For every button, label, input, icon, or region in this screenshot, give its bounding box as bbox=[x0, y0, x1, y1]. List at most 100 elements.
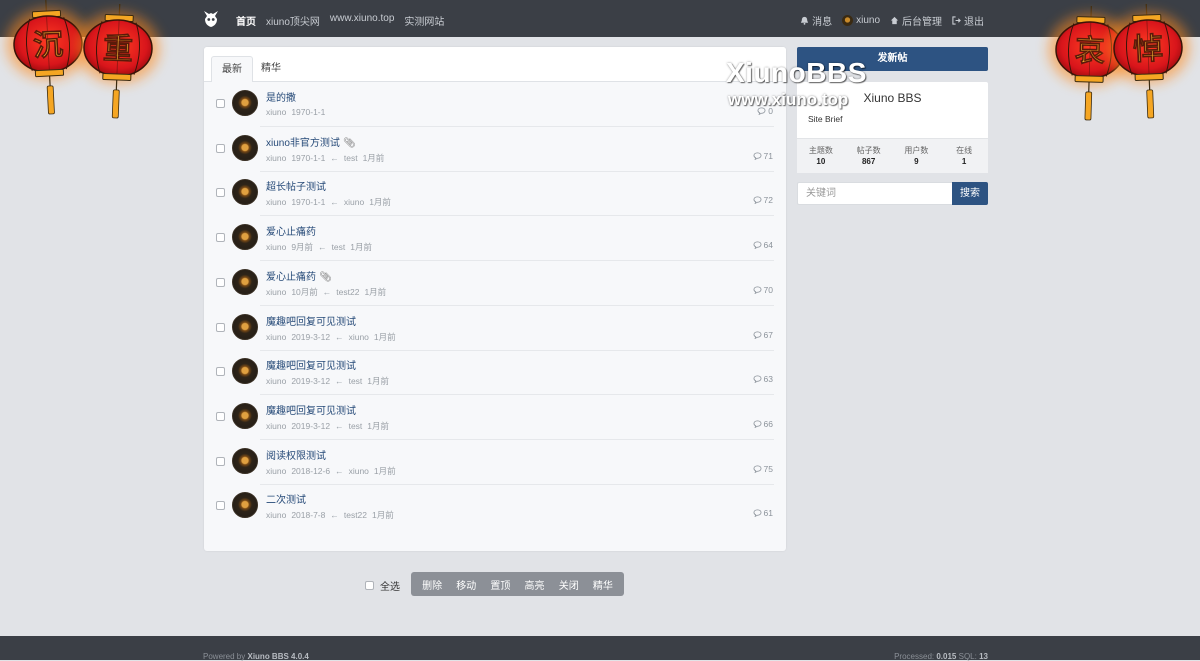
reply-arrow-icon: ← bbox=[330, 197, 339, 207]
thread-last-user[interactable]: test bbox=[349, 421, 363, 431]
thread-title[interactable]: 爱心止痛药 bbox=[266, 272, 316, 283]
thread-title-wrap[interactable]: 爱心止痛药 bbox=[266, 223, 316, 238]
thread-row[interactable]: 魔趣吧回复可见测试xiuno2019-3-12←test1月前66 bbox=[204, 396, 786, 440]
site-logo-icon[interactable] bbox=[203, 10, 219, 28]
thread-title-wrap[interactable]: 爱心止痛药📎︎ bbox=[266, 268, 332, 283]
reply-count-value: 67 bbox=[764, 330, 773, 340]
author-avatar[interactable] bbox=[232, 448, 258, 474]
pin-button[interactable]: 置顶 bbox=[490, 577, 510, 592]
author-avatar[interactable] bbox=[232, 135, 258, 161]
thread-last-time: 1月前 bbox=[374, 466, 396, 476]
thread-last-user[interactable]: test bbox=[332, 242, 346, 252]
thread-checkbox[interactable] bbox=[216, 144, 225, 153]
author-avatar[interactable] bbox=[232, 269, 258, 295]
feature-button[interactable]: 精华 bbox=[593, 577, 613, 592]
thread-last-user[interactable]: xiuno bbox=[349, 466, 369, 476]
thread-title[interactable]: 超长帖子测试 bbox=[266, 182, 326, 193]
thread-checkbox[interactable] bbox=[216, 188, 225, 197]
thread-row[interactable]: 二次测试xiuno2018-7-8←test221月前61 bbox=[204, 485, 786, 529]
search-button[interactable]: 搜索 bbox=[952, 182, 988, 205]
thread-title-wrap[interactable]: xiuno非官方测试📎︎ bbox=[266, 134, 356, 149]
thread-row[interactable]: 魔趣吧回复可见测试xiuno2019-3-12←test1月前63 bbox=[204, 351, 786, 395]
select-all-checkbox[interactable] bbox=[365, 581, 374, 590]
thread-author[interactable]: xiuno bbox=[266, 242, 286, 252]
thread-author[interactable]: xiuno bbox=[266, 466, 286, 476]
thread-last-user[interactable]: test22 bbox=[336, 287, 359, 297]
thread-checkbox[interactable] bbox=[216, 278, 225, 287]
thread-date: 1970-1-1 bbox=[291, 197, 325, 207]
search-input[interactable] bbox=[797, 182, 952, 205]
thread-title-wrap[interactable]: 魔趣吧回复可见测试 bbox=[266, 357, 356, 372]
reply-count-value: 63 bbox=[764, 374, 773, 384]
thread-author[interactable]: xiuno bbox=[266, 197, 286, 207]
thread-title[interactable]: 魔趣吧回复可见测试 bbox=[266, 406, 356, 417]
author-avatar[interactable] bbox=[232, 314, 258, 340]
reply-count: 64 bbox=[753, 240, 773, 250]
author-avatar[interactable] bbox=[232, 90, 258, 116]
thread-author[interactable]: xiuno bbox=[266, 510, 286, 520]
thread-title[interactable]: 魔趣吧回复可见测试 bbox=[266, 317, 356, 328]
reply-count: 72 bbox=[753, 195, 773, 205]
move-button[interactable]: 移动 bbox=[456, 577, 476, 592]
thread-title[interactable]: 二次测试 bbox=[266, 495, 306, 506]
thread-author[interactable]: xiuno bbox=[266, 376, 286, 386]
thread-title[interactable]: 魔趣吧回复可见测试 bbox=[266, 361, 356, 372]
thread-row[interactable]: 爱心止痛药📎︎xiuno10月前←test221月前70 bbox=[204, 262, 786, 306]
select-all[interactable]: 全选 bbox=[365, 578, 400, 593]
thread-title[interactable]: 爱心止痛药 bbox=[266, 227, 316, 238]
close-button[interactable]: 关闭 bbox=[559, 577, 579, 592]
thread-last-user[interactable]: test22 bbox=[344, 510, 367, 520]
nav-user[interactable]: xiuno bbox=[842, 15, 880, 26]
thread-author[interactable]: xiuno bbox=[266, 153, 286, 163]
thread-author[interactable]: xiuno bbox=[266, 421, 286, 431]
thread-row[interactable]: 超长帖子测试xiuno1970-1-1←xiuno1月前72 bbox=[204, 172, 786, 216]
nav-messages-label: 消息 bbox=[812, 13, 832, 28]
thread-title-wrap[interactable]: 二次测试 bbox=[266, 491, 306, 506]
highlight-button[interactable]: 高亮 bbox=[525, 577, 545, 592]
delete-button[interactable]: 删除 bbox=[422, 577, 442, 592]
author-avatar[interactable] bbox=[232, 224, 258, 250]
thread-last-user[interactable]: xiuno bbox=[344, 197, 364, 207]
thread-title-wrap[interactable]: 超长帖子测试 bbox=[266, 178, 326, 193]
thread-checkbox[interactable] bbox=[216, 233, 225, 242]
thread-author[interactable]: xiuno bbox=[266, 107, 286, 117]
thread-title-wrap[interactable]: 是的撒 bbox=[266, 89, 296, 104]
thread-row[interactable]: 爱心止痛药xiuno9月前←test1月前64 bbox=[204, 217, 786, 261]
thread-row[interactable]: 魔趣吧回复可见测试xiuno2019-3-12←xiuno1月前67 bbox=[204, 307, 786, 351]
thread-checkbox[interactable] bbox=[216, 367, 225, 376]
thread-title-wrap[interactable]: 魔趣吧回复可见测试 bbox=[266, 402, 356, 417]
nav-home-link[interactable]: 首页 bbox=[236, 13, 256, 28]
thread-row[interactable]: 阅读权限测试xiuno2018-12-6←xiuno1月前75 bbox=[204, 441, 786, 485]
thread-title[interactable]: 阅读权限测试 bbox=[266, 451, 326, 462]
thread-title-wrap[interactable]: 魔趣吧回复可见测试 bbox=[266, 313, 356, 328]
tab-featured[interactable]: 精华 bbox=[261, 56, 281, 81]
thread-last-user[interactable]: test bbox=[344, 153, 358, 163]
nav-link-1[interactable]: xiuno顶尖网 bbox=[266, 13, 320, 28]
nav-admin[interactable]: 后台管理 bbox=[890, 13, 942, 28]
thread-author[interactable]: xiuno bbox=[266, 332, 286, 342]
thread-checkbox[interactable] bbox=[216, 323, 225, 332]
thread-meta: xiuno2018-7-8←test221月前 bbox=[266, 509, 399, 521]
thread-row[interactable]: 是的撒xiuno1970-1-10 bbox=[204, 83, 786, 127]
author-avatar[interactable] bbox=[232, 403, 258, 429]
reply-arrow-icon: ← bbox=[330, 510, 339, 520]
nav-link-3[interactable]: 实测网站 bbox=[404, 13, 444, 28]
thread-last-user[interactable]: xiuno bbox=[349, 332, 369, 342]
thread-title[interactable]: 是的撒 bbox=[266, 93, 296, 104]
nav-logout[interactable]: 退出 bbox=[952, 13, 984, 28]
thread-author[interactable]: xiuno bbox=[266, 287, 286, 297]
thread-row[interactable]: xiuno非官方测试📎︎xiuno1970-1-1←test1月前71 bbox=[204, 128, 786, 172]
nav-link-2[interactable]: www.xiuno.top bbox=[330, 13, 394, 28]
author-avatar[interactable] bbox=[232, 179, 258, 205]
thread-checkbox[interactable] bbox=[216, 457, 225, 466]
thread-checkbox[interactable] bbox=[216, 412, 225, 421]
thread-checkbox[interactable] bbox=[216, 99, 225, 108]
tab-latest[interactable]: 最新 bbox=[211, 56, 253, 82]
thread-last-user[interactable]: test bbox=[349, 376, 363, 386]
author-avatar[interactable] bbox=[232, 492, 258, 518]
thread-title-wrap[interactable]: 阅读权限测试 bbox=[266, 447, 326, 462]
nav-messages[interactable]: 消息 bbox=[800, 13, 832, 28]
thread-title[interactable]: xiuno非官方测试 bbox=[266, 138, 340, 149]
thread-checkbox[interactable] bbox=[216, 501, 225, 510]
author-avatar[interactable] bbox=[232, 358, 258, 384]
